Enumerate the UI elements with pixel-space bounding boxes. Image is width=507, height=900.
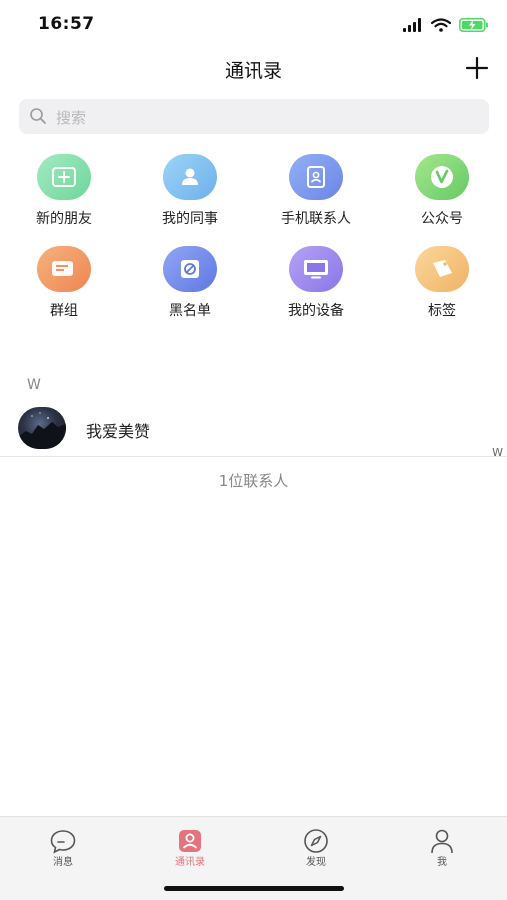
grid-label: 新的朋友 [36,211,92,227]
grid-label: 我的同事 [162,211,218,227]
battery-charging-icon [459,18,488,32]
profile-icon [431,829,453,854]
grid-label: 手机联系人 [281,211,351,227]
status-time: 16:57 [38,14,95,34]
status-icons [403,15,489,35]
grid-label: 黑名单 [169,303,211,319]
discover-icon [304,829,328,853]
wifi-icon [431,18,451,32]
tab-label: 通讯录 [175,857,205,868]
grid-item-blacklist[interactable]: 黑名单 [127,242,253,332]
header: 通讯录 [0,48,507,90]
grid-item-tags[interactable]: 标签 [379,242,505,332]
add-friend-icon [37,154,91,200]
grid-item-colleagues[interactable]: 我的同事 [127,150,253,240]
contacts-icon [179,830,201,852]
grid-item-official-accounts[interactable]: 公众号 [379,150,505,240]
grid-label: 我的设备 [288,303,344,319]
function-grid: 新的朋友 我的同事 手机联系人 公众号 群组 黑名单 我的设备 标签 [0,150,507,334]
contact-count: 1位联系人 [218,472,289,490]
status-bar: 16:57 [0,0,507,48]
tab-messages[interactable]: 消息 [0,817,126,877]
grid-item-groups[interactable]: 群组 [1,242,127,332]
avatar [18,407,66,449]
colleague-icon [163,154,217,200]
message-icon [50,830,76,854]
tab-me[interactable]: 我 [379,817,505,877]
blacklist-icon [163,246,217,292]
contact-name: 我爱美赞 [86,422,151,441]
search-placeholder: 搜索 [56,109,87,127]
grid-item-new-friends[interactable]: 新的朋友 [1,150,127,240]
home-indicator [164,886,344,891]
alphabet-index-letter[interactable]: W [492,446,503,459]
grid-row: 新的朋友 我的同事 手机联系人 公众号 [0,150,507,242]
contact-list-item[interactable]: 我爱美赞 [0,405,507,453]
search-input[interactable]: 搜索 [19,99,489,134]
grid-item-devices[interactable]: 我的设备 [253,242,379,332]
tab-discover[interactable]: 发现 [253,817,379,877]
page-title: 通讯录 [224,60,282,82]
search-icon [30,108,46,124]
section-header-letter: W [27,377,41,393]
grid-label: 群组 [50,303,78,319]
phone-contacts-icon [289,154,343,200]
add-button[interactable] [461,52,493,84]
grid-item-phone-contacts[interactable]: 手机联系人 [253,150,379,240]
tab-label: 发现 [306,857,326,868]
tab-contacts[interactable]: 通讯录 [127,817,253,877]
official-account-icon [415,154,469,200]
tab-label: 消息 [53,857,73,868]
grid-label: 公众号 [421,211,463,227]
grid-row: 群组 黑名单 我的设备 标签 [0,242,507,334]
tag-icon [415,246,469,292]
plus-icon [465,56,489,80]
group-chat-icon [37,246,91,292]
grid-label: 标签 [428,303,456,319]
divider [0,456,507,457]
device-icon [289,246,343,292]
cellular-signal-icon [403,18,421,32]
tab-label: 我 [437,857,447,868]
